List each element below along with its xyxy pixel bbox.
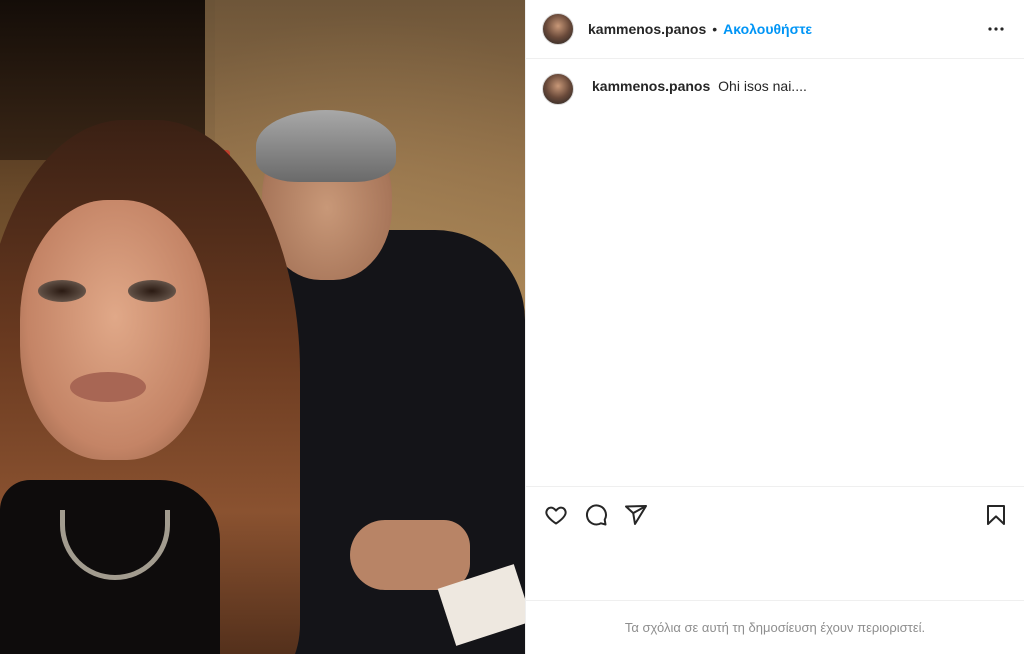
post-side-panel: kammenos.panos • Ακολουθήστε kammenos.pa… xyxy=(525,0,1024,654)
share-button[interactable] xyxy=(620,499,652,531)
header-separator: • xyxy=(712,21,718,37)
post-dialog: kammenos.panos • Ακολουθήστε kammenos.pa… xyxy=(0,0,1024,654)
photo-man-hair xyxy=(256,110,396,182)
caption-text: Ohi isos nai.... xyxy=(718,78,807,94)
caption-text-block: kammenos.panos Ohi isos nai.... xyxy=(592,77,807,95)
bookmark-icon xyxy=(987,504,1005,525)
more-options-button[interactable] xyxy=(984,17,1008,41)
post-actions-bar xyxy=(526,486,1024,542)
post-photo[interactable] xyxy=(0,0,525,654)
photo-woman-face xyxy=(20,200,210,460)
author-username[interactable]: kammenos.panos xyxy=(588,21,706,37)
photo-woman-eye xyxy=(128,280,176,302)
share-icon xyxy=(625,504,647,525)
photo-man-hand xyxy=(350,520,470,590)
like-button[interactable] xyxy=(540,499,572,531)
caption-username[interactable]: kammenos.panos xyxy=(592,78,710,94)
comment-icon xyxy=(585,503,607,525)
save-button[interactable] xyxy=(980,499,1012,531)
post-header: kammenos.panos • Ακολουθήστε xyxy=(526,0,1024,59)
photo-woman-lips xyxy=(70,372,146,402)
post-caption: kammenos.panos Ohi isos nai.... xyxy=(542,73,1008,105)
heart-icon xyxy=(545,506,567,524)
comment-button[interactable] xyxy=(580,499,612,531)
author-avatar[interactable] xyxy=(542,13,574,45)
comments-restricted-notice: Τα σχόλια σε αυτή τη δημοσίευση έχουν πε… xyxy=(526,600,1024,654)
comments-section: kammenos.panos Ohi isos nai.... xyxy=(526,59,1024,654)
caption-author-avatar[interactable] xyxy=(542,73,574,105)
photo-woman-eye xyxy=(38,280,86,302)
follow-button[interactable]: Ακολουθήστε xyxy=(723,21,812,37)
more-horizontal-icon xyxy=(988,27,1004,31)
